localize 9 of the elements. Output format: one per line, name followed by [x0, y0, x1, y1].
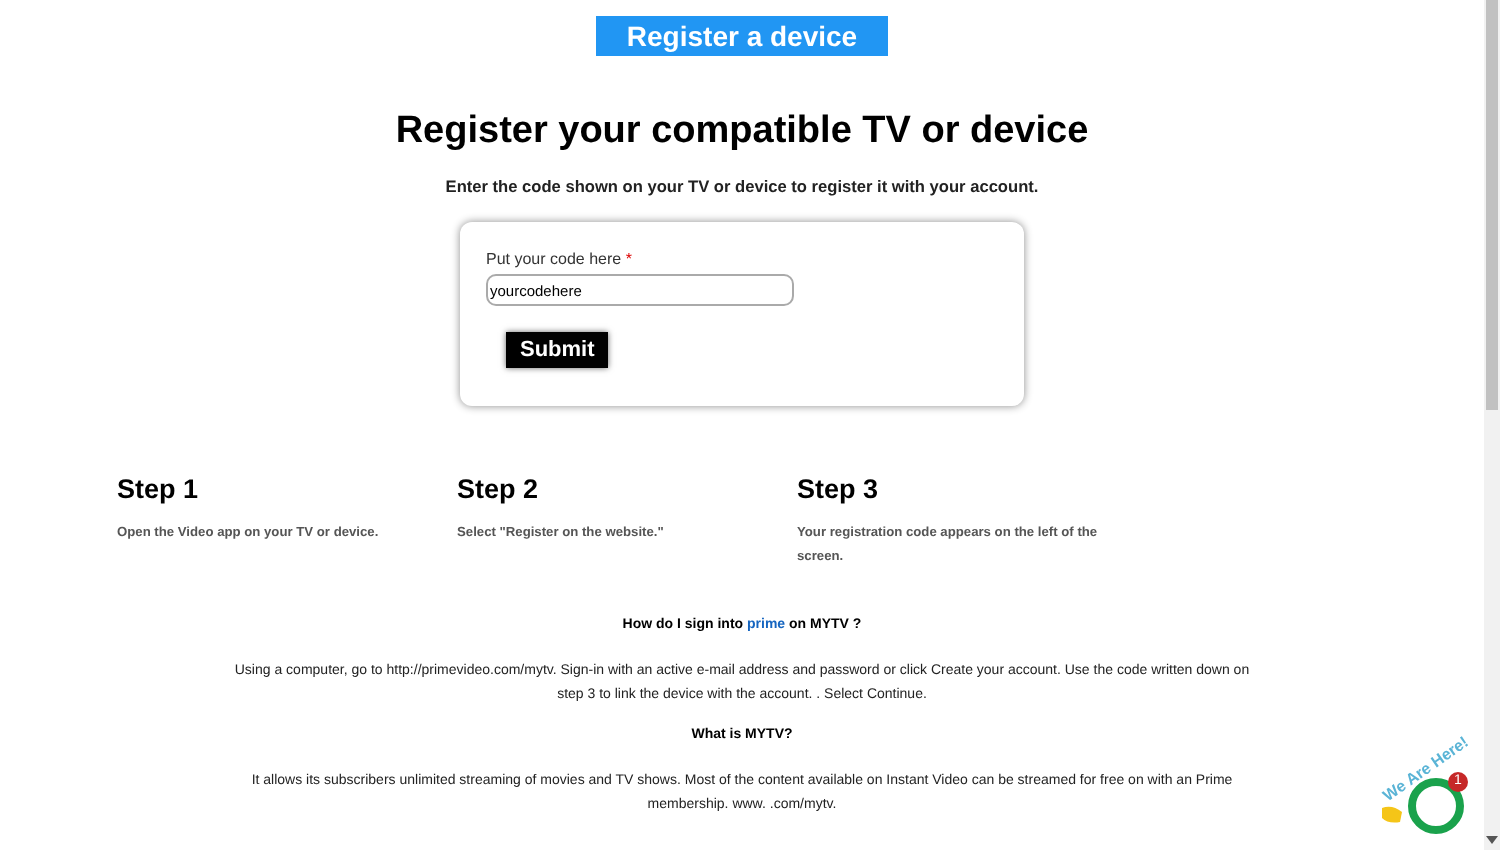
- page-subtitle: Enter the code shown on your TV or device to register it with your account.: [445, 176, 1039, 196]
- field-label: Put your code here *: [486, 250, 632, 268]
- step-title: Step 1: [117, 474, 201, 504]
- step-title: Step 3: [797, 474, 881, 504]
- scroll-down-icon[interactable]: [1486, 836, 1498, 844]
- page-title: Register your compatible TV or device: [395, 110, 1089, 154]
- scrollbar[interactable]: [1484, 0, 1500, 850]
- submit-button[interactable]: Submit: [506, 332, 609, 368]
- step-title: Step 2: [457, 474, 541, 504]
